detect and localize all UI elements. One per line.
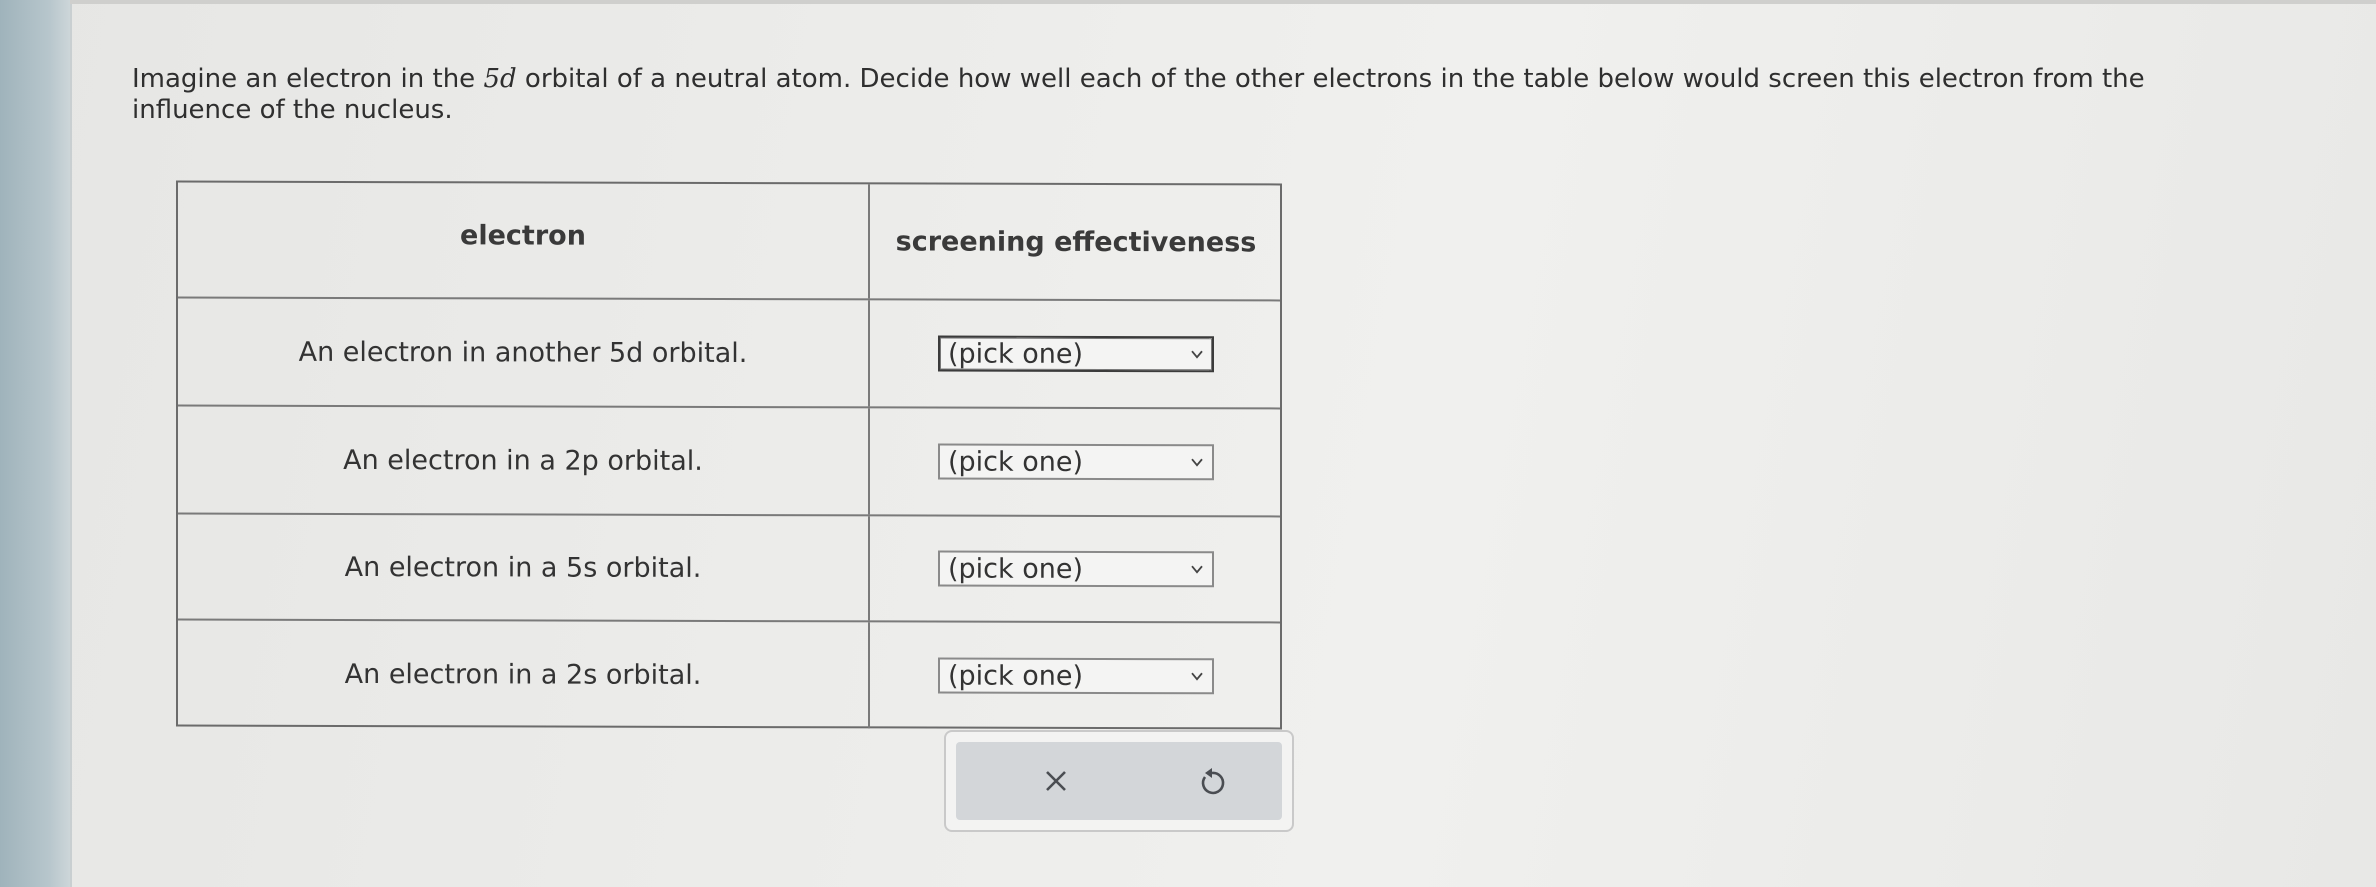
close-icon bbox=[1046, 771, 1066, 791]
dropdown-value: (pick one) bbox=[948, 338, 1084, 370]
left-sidebar-strip bbox=[0, 0, 70, 887]
divider bbox=[70, 0, 72, 887]
header-cell-electron: electron bbox=[178, 183, 868, 299]
table-row: An electron in a 2s orbital. (pick one) bbox=[178, 618, 1282, 730]
electron-label: An electron in a 2s orbital. bbox=[344, 658, 702, 691]
screening-cell: (pick one) bbox=[868, 300, 1282, 408]
screening-dropdown[interactable]: (pick one) bbox=[938, 335, 1214, 373]
screening-cell: (pick one) bbox=[868, 408, 1282, 516]
table-row: An electron in a 5s orbital. (pick one) bbox=[178, 512, 1282, 622]
screening-cell: (pick one) bbox=[868, 516, 1282, 622]
column-header: electron bbox=[460, 219, 586, 252]
electron-label: An electron in another 5d orbital. bbox=[298, 336, 748, 369]
chevron-down-icon bbox=[1191, 458, 1203, 467]
header-cell-screening: screening effectiveness bbox=[868, 184, 1282, 300]
dropdown-value: (pick one) bbox=[948, 553, 1084, 585]
orbital-label: 5d bbox=[483, 64, 517, 94]
chevron-down-icon bbox=[1191, 672, 1203, 681]
screening-dropdown[interactable]: (pick one) bbox=[938, 443, 1214, 481]
screening-dropdown[interactable]: (pick one) bbox=[938, 550, 1214, 588]
question-part-1: Imagine an electron in the bbox=[132, 64, 484, 94]
undo-icon bbox=[1201, 768, 1225, 795]
electron-cell: An electron in another 5d orbital. bbox=[178, 299, 868, 407]
undo-button[interactable] bbox=[1152, 742, 1272, 820]
screening-cell: (pick one) bbox=[868, 622, 1282, 730]
dropdown-value: (pick one) bbox=[948, 660, 1084, 692]
electron-label: An electron in a 5s orbital. bbox=[344, 551, 702, 584]
answer-actions-panel bbox=[944, 730, 1294, 832]
actions-bar bbox=[956, 742, 1282, 820]
clear-button[interactable] bbox=[996, 742, 1116, 820]
divider bbox=[70, 0, 2376, 4]
electron-cell: An electron in a 2s orbital. bbox=[178, 621, 868, 729]
screening-dropdown[interactable]: (pick one) bbox=[938, 657, 1214, 695]
dropdown-value: (pick one) bbox=[948, 446, 1084, 478]
table-row: An electron in another 5d orbital. (pick… bbox=[178, 296, 1282, 408]
electron-cell: An electron in a 2p orbital. bbox=[178, 407, 868, 515]
column-header: screening effectiveness bbox=[895, 225, 1257, 258]
question-text: Imagine an electron in the 5d orbital of… bbox=[132, 64, 2272, 126]
page: Imagine an electron in the 5d orbital of… bbox=[0, 0, 2376, 887]
electron-label: An electron in a 2p orbital. bbox=[343, 444, 703, 477]
chevron-down-icon bbox=[1191, 350, 1203, 359]
table-row: An electron in a 2p orbital. (pick one) bbox=[178, 404, 1282, 516]
screening-table: electron screening effectiveness An elec… bbox=[176, 180, 1282, 730]
chevron-down-icon bbox=[1191, 565, 1203, 574]
table-header-row: electron screening effectiveness bbox=[178, 183, 1282, 300]
electron-cell: An electron in a 5s orbital. bbox=[178, 515, 868, 621]
